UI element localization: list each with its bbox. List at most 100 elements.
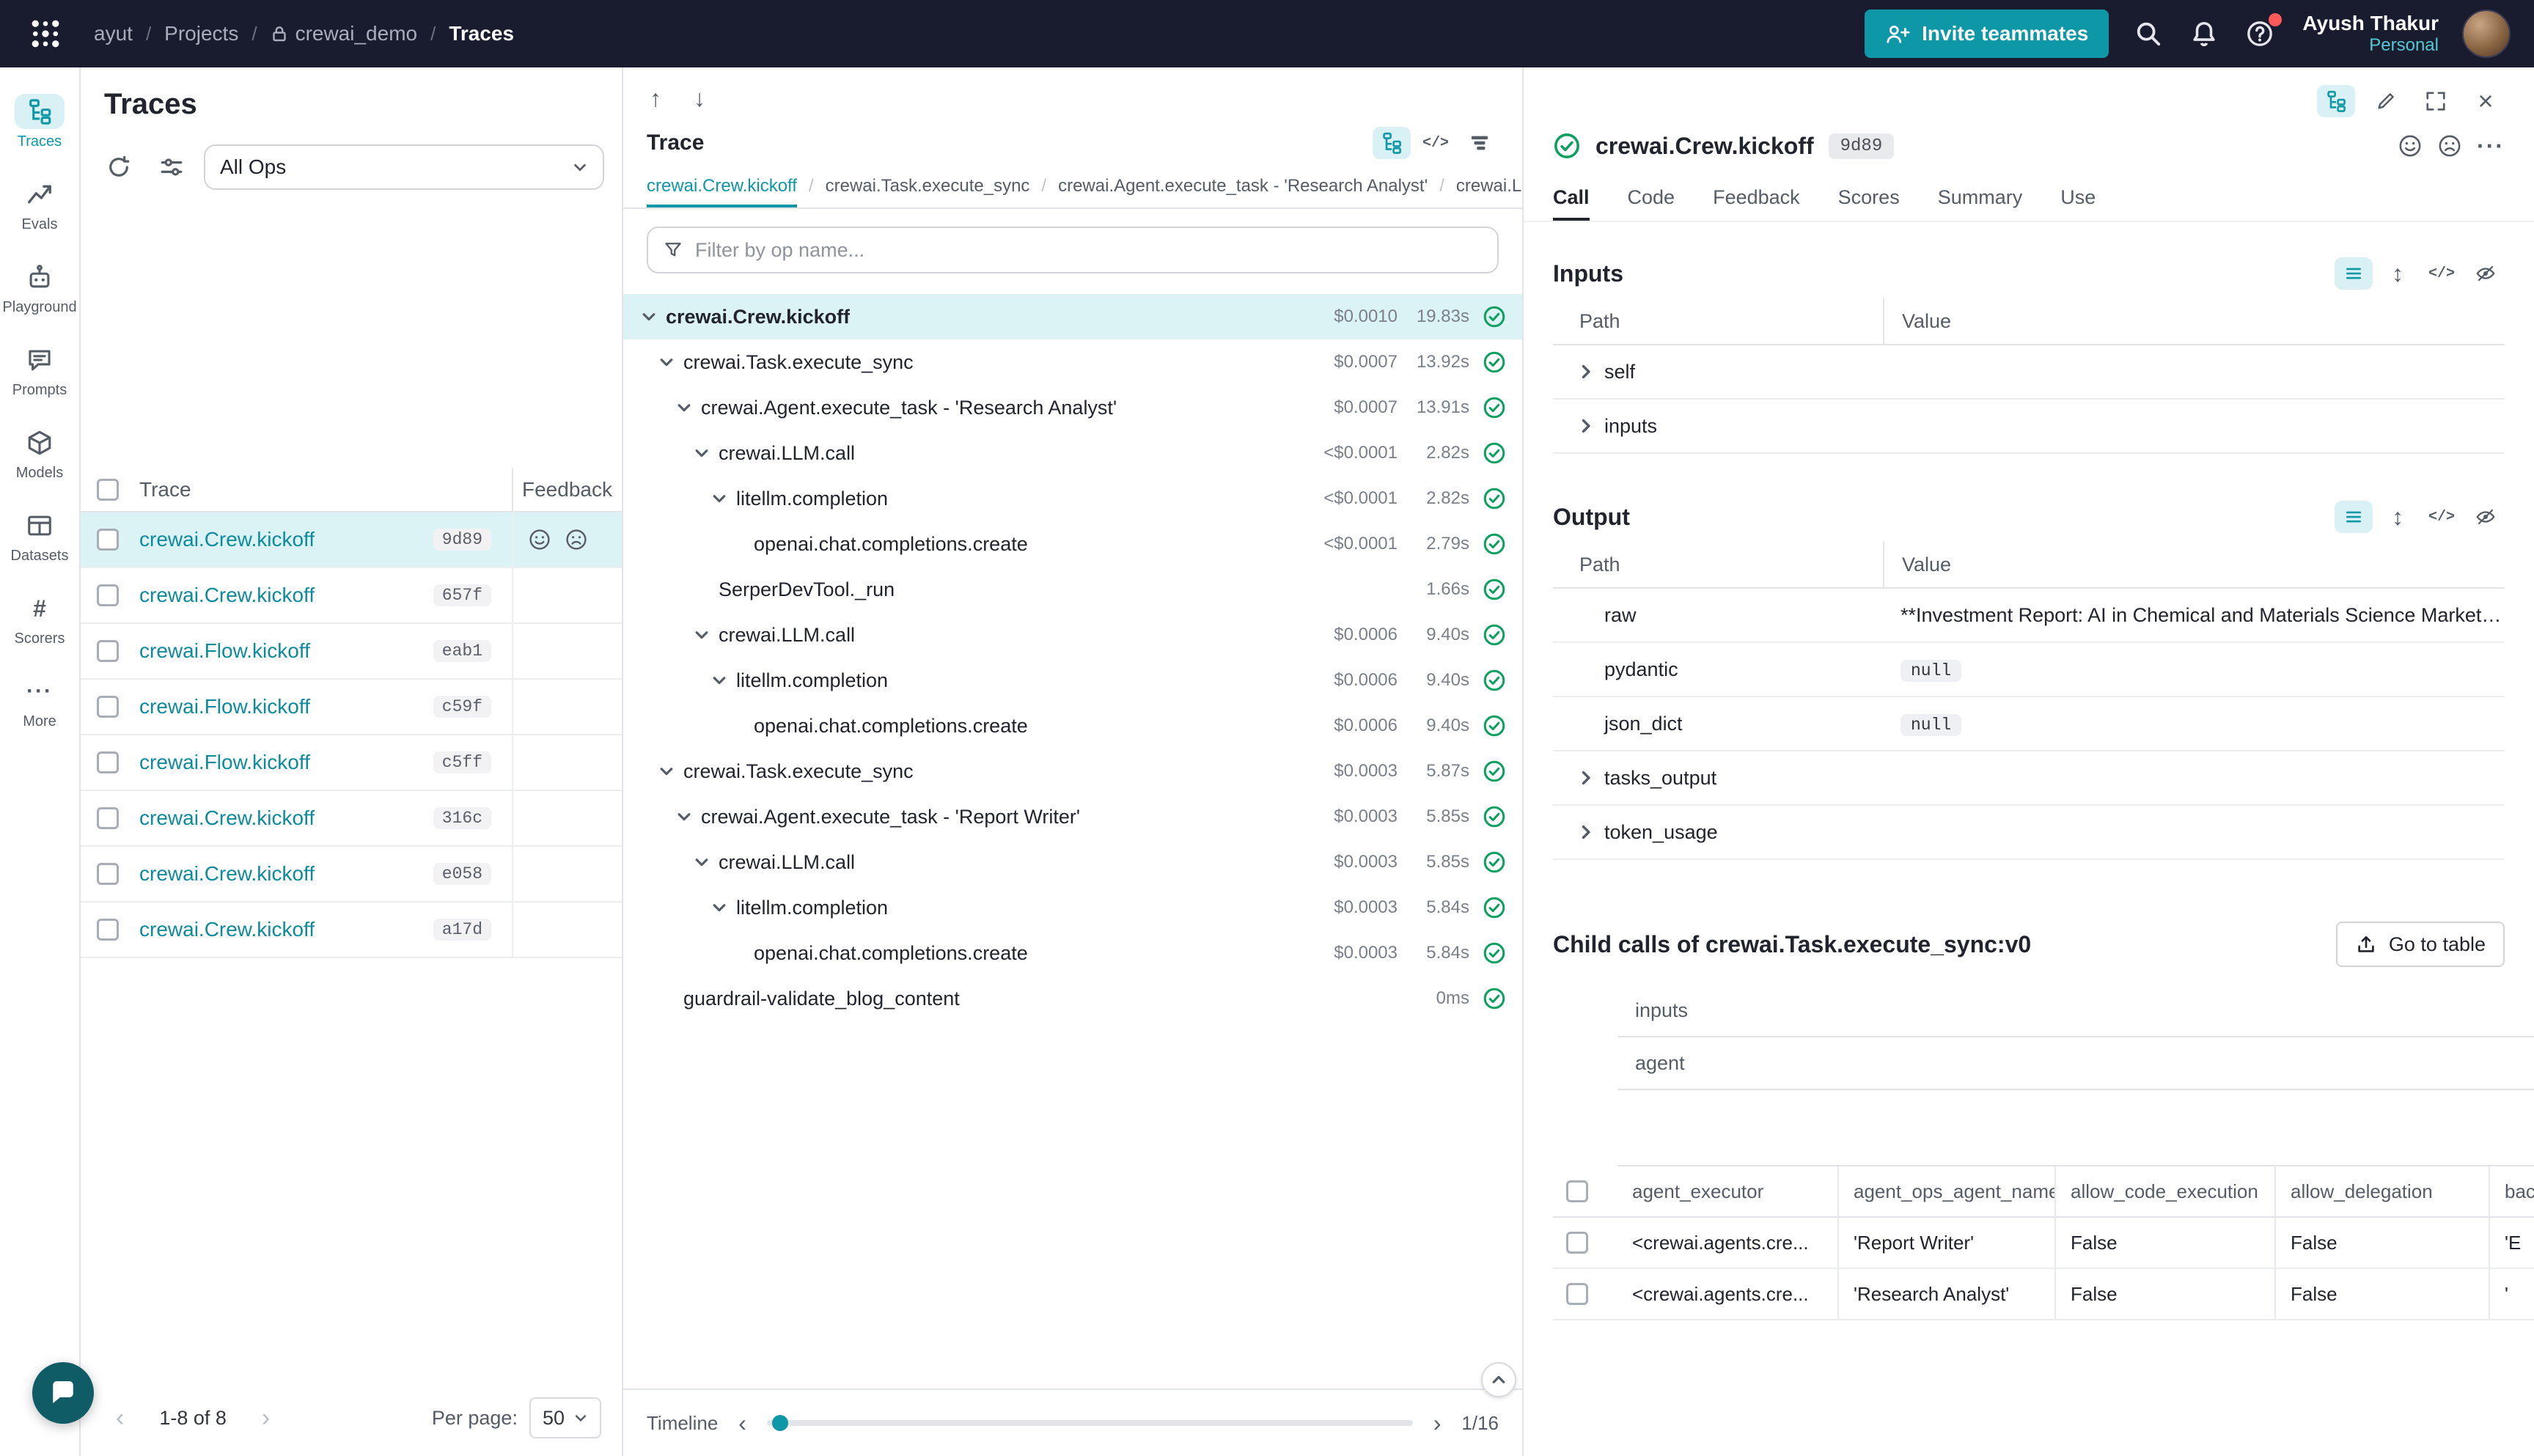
op-filter-input[interactable]: [695, 239, 1483, 262]
trace-link[interactable]: crewai.Crew.kickoff: [139, 806, 315, 830]
row-checkbox[interactable]: [97, 584, 119, 606]
trace-link[interactable]: crewai.Crew.kickoff: [139, 862, 315, 886]
tab-code[interactable]: Code: [1628, 177, 1675, 221]
chevron-down-icon[interactable]: [708, 488, 730, 510]
fullscreen-icon[interactable]: [2417, 85, 2455, 117]
chevron-down-icon[interactable]: [673, 806, 695, 828]
hide-values-eye-icon[interactable]: [2467, 501, 2505, 533]
child-call-row[interactable]: <crewai.agents.cre... 'Research Analyst'…: [1553, 1269, 2534, 1320]
trace-link[interactable]: crewai.Flow.kickoff: [139, 751, 310, 774]
page-prev-icon[interactable]: ‹: [101, 1404, 139, 1433]
flame-graph-icon[interactable]: [1461, 127, 1499, 159]
expand-rows-icon[interactable]: ↕: [2379, 257, 2417, 290]
close-icon[interactable]: ×: [2467, 85, 2505, 117]
chevron-right-icon[interactable]: [1576, 416, 1595, 435]
select-all-checkbox[interactable]: [1566, 1180, 1588, 1202]
chevron-down-icon[interactable]: [708, 897, 730, 919]
select-all-checkbox[interactable]: [97, 479, 119, 501]
chevron-down-icon[interactable]: [655, 351, 677, 373]
chevron-down-icon[interactable]: [708, 669, 730, 691]
output-row[interactable]: raw **Investment Report: AI in Chemical …: [1553, 589, 2505, 643]
tab-use[interactable]: Use: [2060, 177, 2096, 221]
tab-call[interactable]: Call: [1553, 177, 1590, 221]
row-checkbox[interactable]: [97, 529, 119, 551]
trace-tree-node[interactable]: openai.chat.completions.create $0.0003 5…: [623, 930, 1522, 976]
chevron-down-icon[interactable]: [691, 442, 713, 464]
child-call-row[interactable]: <crewai.agents.cre... 'Report Writer' Fa…: [1553, 1218, 2534, 1269]
wandb-logo-icon[interactable]: [23, 12, 67, 56]
output-row[interactable]: pydantic null: [1553, 643, 2505, 697]
output-row[interactable]: tasks_output: [1553, 751, 2505, 806]
code-view-icon[interactable]: </>: [2423, 501, 2461, 533]
support-chat-button[interactable]: [32, 1362, 94, 1424]
feedback-smiley-icon[interactable]: [2398, 133, 2423, 158]
sidebar-item-more[interactable]: ··· More: [0, 662, 79, 742]
row-checkbox[interactable]: [1566, 1232, 1588, 1254]
column-header[interactable]: agent_executor: [1617, 1166, 1837, 1218]
trace-tree-node[interactable]: guardrail-validate_blog_content 0ms: [623, 976, 1522, 1021]
collapse-timeline-button[interactable]: [1481, 1362, 1516, 1397]
timeline-prev-icon[interactable]: ‹: [732, 1410, 752, 1437]
trace-tree-node[interactable]: crewai.LLM.call $0.0003 5.85s: [623, 839, 1522, 885]
column-header[interactable]: backstory: [2489, 1166, 2534, 1218]
table-row[interactable]: crewai.Crew.kickoff 657f: [81, 568, 622, 624]
show-trace-tree-icon[interactable]: [2317, 85, 2355, 117]
row-checkbox[interactable]: [97, 807, 119, 829]
avatar[interactable]: [2462, 10, 2511, 58]
trace-tree-node[interactable]: crewai.Task.execute_sync $0.0007 13.92s: [623, 339, 1522, 385]
prev-call-arrow-icon[interactable]: ↑: [650, 85, 661, 112]
chevron-down-icon[interactable]: [655, 760, 677, 782]
sidebar-item-scorers[interactable]: # Scorers: [0, 579, 79, 659]
trace-tree-node[interactable]: openai.chat.completions.create <$0.0001 …: [623, 521, 1522, 567]
code-view-icon[interactable]: </>: [1417, 127, 1455, 159]
row-checkbox[interactable]: [97, 751, 119, 773]
kebab-menu-icon[interactable]: ···: [2477, 133, 2505, 160]
tree-view-icon[interactable]: [1373, 127, 1411, 159]
ops-filter-select[interactable]: All Ops: [204, 144, 604, 190]
invite-teammates-button[interactable]: Invite teammates: [1865, 10, 2109, 58]
filter-settings-icon[interactable]: [151, 147, 192, 188]
row-checkbox[interactable]: [1566, 1283, 1588, 1305]
row-checkbox[interactable]: [97, 919, 119, 941]
chevron-down-icon[interactable]: [638, 306, 660, 328]
sidebar-item-prompts[interactable]: Prompts: [0, 331, 79, 411]
chevron-right-icon[interactable]: [1576, 823, 1595, 842]
table-row[interactable]: crewai.Crew.kickoff e058: [81, 847, 622, 902]
table-row[interactable]: crewai.Crew.kickoff a17d: [81, 902, 622, 958]
row-checkbox[interactable]: [97, 640, 119, 662]
trace-tree-node[interactable]: litellm.completion <$0.0001 2.82s: [623, 476, 1522, 521]
code-view-icon[interactable]: </>: [2423, 257, 2461, 290]
notifications-bell-icon[interactable]: [2188, 18, 2220, 50]
trace-tree-node[interactable]: crewai.LLM.call <$0.0001 2.82s: [623, 430, 1522, 476]
tab-feedback[interactable]: Feedback: [1713, 177, 1800, 221]
trace-link[interactable]: crewai.Crew.kickoff: [139, 528, 315, 551]
sidebar-item-traces[interactable]: Traces: [0, 82, 79, 162]
table-row[interactable]: crewai.Flow.kickoff c5ff: [81, 735, 622, 791]
breadcrumb-projects[interactable]: Projects: [164, 22, 238, 45]
tab-summary[interactable]: Summary: [1938, 177, 2023, 221]
trace-tree-node[interactable]: crewai.Agent.execute_task - 'Research An…: [623, 385, 1522, 430]
chevron-down-icon[interactable]: [673, 397, 695, 419]
trace-link[interactable]: crewai.Crew.kickoff: [139, 918, 315, 941]
trace-link[interactable]: crewai.Crew.kickoff: [139, 584, 315, 607]
trace-tree-node[interactable]: SerperDevTool._run 1.66s: [623, 567, 1522, 612]
row-checkbox[interactable]: [97, 863, 119, 885]
chevron-right-icon[interactable]: [1576, 768, 1595, 787]
column-header[interactable]: allow_delegation: [2274, 1166, 2489, 1218]
table-row[interactable]: crewai.Crew.kickoff 9d89: [81, 512, 622, 568]
trace-tree-node[interactable]: crewai.LLM.call $0.0006 9.40s: [623, 612, 1522, 658]
tab-crew-kickoff[interactable]: crewai.Crew.kickoff: [647, 165, 797, 207]
timeline-slider-handle[interactable]: [772, 1415, 788, 1431]
go-to-table-button[interactable]: Go to table: [2336, 922, 2505, 967]
trace-tree-node[interactable]: crewai.Agent.execute_task - 'Report Writ…: [623, 794, 1522, 839]
column-header[interactable]: allow_code_execution: [2054, 1166, 2274, 1218]
sidebar-item-models[interactable]: Models: [0, 413, 79, 493]
column-header[interactable]: agent_ops_agent_name: [1837, 1166, 2054, 1218]
search-icon[interactable]: [2132, 18, 2164, 50]
breadcrumb-project[interactable]: crewai_demo: [271, 22, 418, 45]
table-row[interactable]: crewai.Flow.kickoff eab1: [81, 624, 622, 680]
per-page-select[interactable]: 50: [529, 1397, 601, 1438]
breadcrumb-entity[interactable]: ayut: [94, 22, 133, 45]
sidebar-item-evals[interactable]: Evals: [0, 165, 79, 245]
edit-pencil-icon[interactable]: [2367, 85, 2405, 117]
